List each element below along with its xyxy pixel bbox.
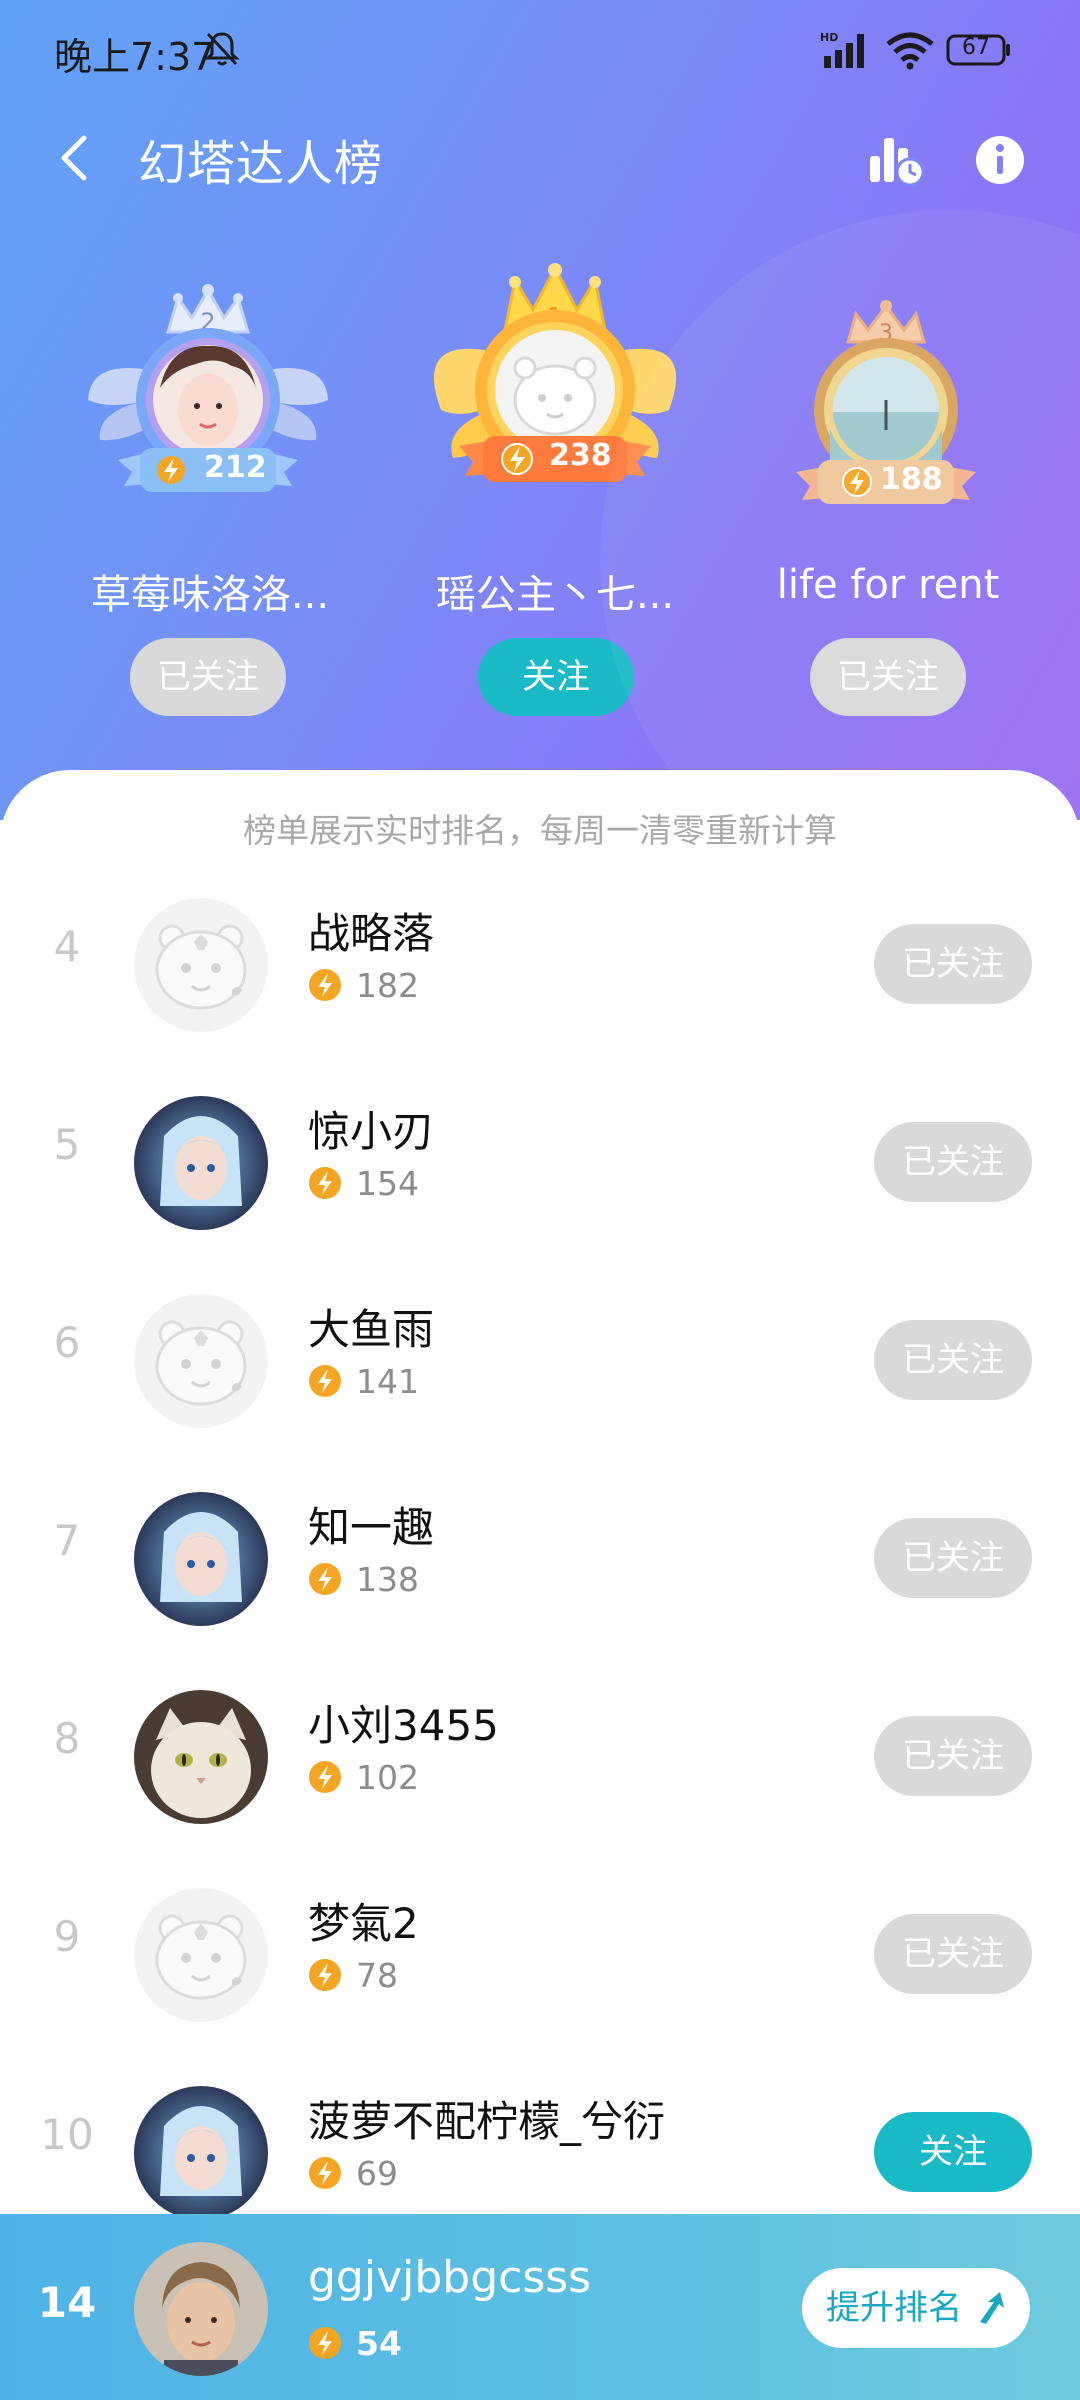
user-avatar[interactable]: [134, 2086, 268, 2220]
score-value: 141: [356, 1362, 419, 1401]
followed-button[interactable]: 已关注: [874, 1320, 1032, 1400]
arrow-up-icon: [980, 2292, 1004, 2324]
leaderboard-row[interactable]: 6 大鱼雨 141 已关注: [0, 1266, 1080, 1464]
user-avatar[interactable]: [134, 1294, 268, 1428]
lightning-icon: [309, 1563, 341, 1595]
my-rank-bar: 14 ggjvjbbgcsss 54 提升排名: [0, 2214, 1080, 2400]
score-value: 69: [356, 2154, 398, 2193]
user-avatar[interactable]: [134, 1690, 268, 1824]
leaderboard-row[interactable]: 4 战略落 182 已关注: [0, 870, 1080, 1068]
rank-number: 7: [53, 1516, 81, 1565]
podium-name: 瑶公主丶七...: [435, 572, 675, 618]
status-time: 晚上7:37: [54, 35, 216, 79]
svg-text:3: 3: [879, 321, 893, 346]
rank-number: 9: [53, 1912, 81, 1961]
boost-rank-label: 提升排名: [826, 2288, 962, 2328]
podium-score: 212: [204, 450, 267, 485]
ranking-notice: 榜单展示实时排名，每周一清零重新计算: [243, 811, 837, 850]
follow-button[interactable]: 已关注: [130, 638, 286, 716]
battery-level: 67: [962, 35, 990, 60]
user-avatar[interactable]: [134, 1888, 268, 2022]
score-value: 154: [356, 1164, 419, 1203]
podium-score: 238: [549, 438, 612, 473]
info-icon[interactable]: [970, 130, 1030, 190]
lightning-icon: [309, 1959, 341, 1991]
rank-number: 10: [40, 2110, 94, 2159]
user-name: 惊小刃: [308, 1107, 435, 1156]
user-name: 知一趣: [308, 1503, 435, 1552]
leaderboard-row[interactable]: 7 知一趣 138 已关注: [0, 1464, 1080, 1662]
my-score-value: 54: [356, 2324, 402, 2363]
follow-button[interactable]: 关注: [478, 638, 634, 716]
svg-text:HD: HD: [820, 31, 838, 44]
score-value: 102: [356, 1758, 419, 1797]
user-avatar[interactable]: [134, 1096, 268, 1230]
wifi-icon: [886, 32, 934, 70]
ranking-history-icon[interactable]: [866, 130, 926, 190]
bronze-crown-badge: 3: [796, 300, 976, 504]
followed-button[interactable]: 已关注: [874, 1518, 1032, 1598]
follow-button[interactable]: 已关注: [810, 638, 966, 716]
rank-number: 4: [53, 922, 81, 971]
user-avatar[interactable]: [134, 1492, 268, 1626]
rank-number: 8: [53, 1714, 81, 1763]
podium-name: life for rent: [776, 562, 1000, 608]
my-name: ggjvjbbgcsss: [308, 2252, 592, 2303]
lightning-icon: [309, 1167, 341, 1199]
back-button[interactable]: [50, 126, 100, 190]
page-title: 幻塔达人榜: [138, 136, 384, 192]
followed-button[interactable]: 已关注: [874, 924, 1032, 1004]
lightning-icon: [309, 969, 341, 1001]
mute-bell-icon: [204, 32, 240, 66]
status-bar: 晚上7:37 HD 67: [0, 0, 1080, 100]
lightning-icon: [309, 2157, 341, 2189]
user-name: 战略落: [308, 909, 435, 958]
lightning-icon: [309, 1761, 341, 1793]
leaderboard-list-panel: 榜单展示实时排名，每周一清零重新计算 4 战略落 182 已关注 5 惊小刃 154 已关注 6…: [0, 770, 1080, 2400]
my-avatar[interactable]: [134, 2242, 268, 2376]
follow-button[interactable]: 关注: [874, 2112, 1032, 2192]
user-name: 大鱼雨: [308, 1305, 435, 1354]
lightning-icon: [309, 1365, 341, 1397]
leaderboard-row[interactable]: 9 梦氣2 78 已关注: [0, 1860, 1080, 2058]
rank-number: 6: [53, 1318, 81, 1367]
user-name: 小刘3455: [308, 1701, 499, 1750]
leaderboard-row[interactable]: 8 小刘3455 102 已关注: [0, 1662, 1080, 1860]
followed-button[interactable]: 已关注: [874, 1122, 1032, 1202]
score-value: 138: [356, 1560, 419, 1599]
rank-number: 5: [53, 1120, 81, 1169]
followed-button[interactable]: 已关注: [874, 1914, 1032, 1994]
lightning-icon: [309, 2327, 341, 2359]
podium-rank-1[interactable]: 1 238 瑶公主丶七... 关注: [345, 260, 765, 740]
signal-icon: HD: [820, 31, 864, 68]
followed-button[interactable]: 已关注: [874, 1716, 1032, 1796]
leaderboard-row[interactable]: 5 惊小刃 154 已关注: [0, 1068, 1080, 1266]
score-value: 182: [356, 966, 419, 1005]
header-hero: 晚上7:37 HD 67 幻塔达人榜 2 212 草莓味洛洛... 已关注 23…: [0, 0, 1080, 820]
user-name: 菠萝不配柠檬_兮衍: [308, 2097, 666, 2146]
podium-score: 188: [880, 462, 943, 497]
my-rank-number: 14: [37, 2278, 97, 2327]
user-name: 梦氣2: [308, 1899, 419, 1948]
user-avatar[interactable]: [134, 898, 268, 1032]
podium-rank-3[interactable]: 3 188 life for rent 已关注: [700, 260, 1080, 740]
boost-rank-button[interactable]: 提升排名: [802, 2268, 1030, 2348]
score-value: 78: [356, 1956, 398, 1995]
